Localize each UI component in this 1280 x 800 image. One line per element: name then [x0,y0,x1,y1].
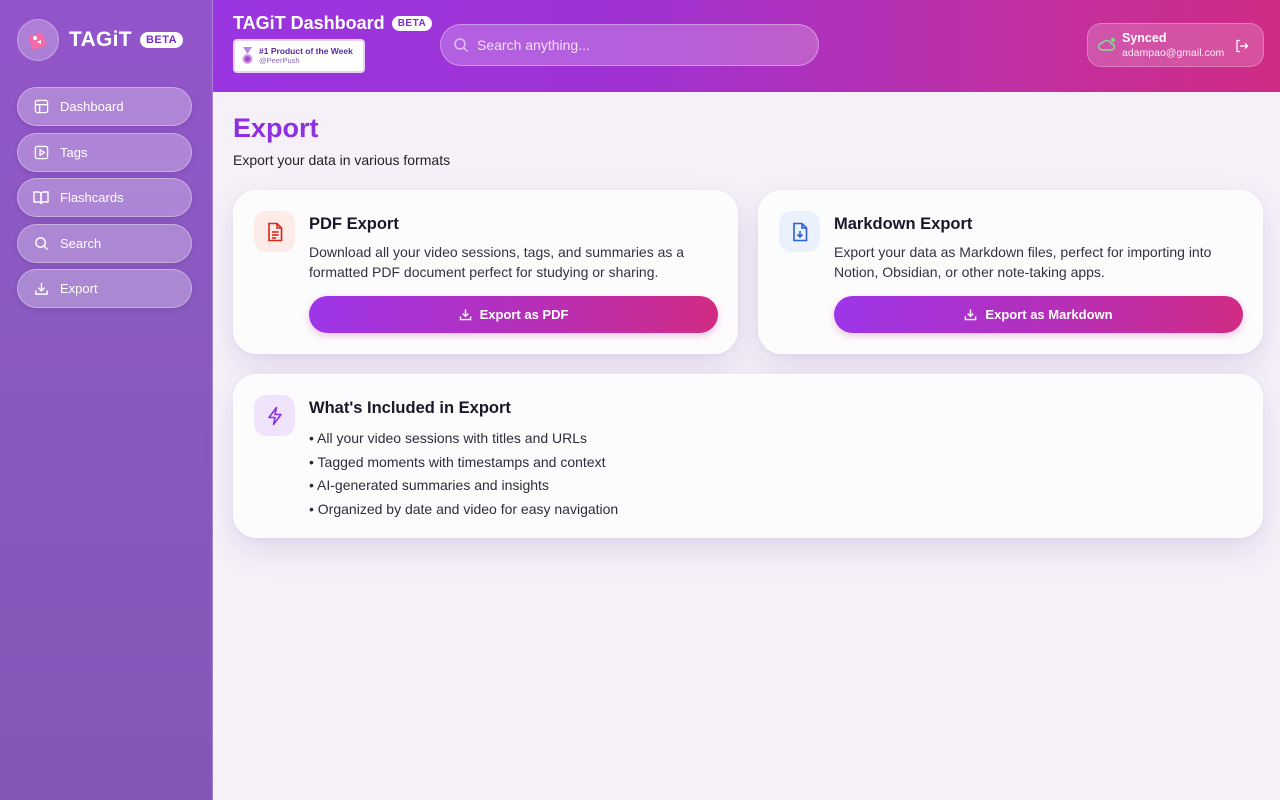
play-square-icon [33,144,49,160]
book-open-icon [33,190,49,206]
list-item: All your video sessions with titles and … [309,427,618,451]
export-markdown-button[interactable]: Export as Markdown [834,296,1243,333]
sidebar-item-search[interactable]: Search [17,223,192,263]
top-header: TAGiT Dashboard BETA #1 Product of the W… [213,0,1280,92]
page-subtitle: Export your data in various formats [233,152,451,168]
logout-icon[interactable] [1235,39,1249,53]
tag-logo-icon [17,19,59,61]
cloud-synced-icon [1098,37,1116,51]
export-pdf-label: Export as PDF [479,307,569,322]
sidebar-item-flashcards[interactable]: Flashcards [17,178,192,217]
sidebar-item-export[interactable]: Export [17,269,192,308]
award-badge[interactable]: #1 Product of the Week @PeerPush [233,39,365,73]
beta-badge: BETA [139,32,184,48]
markdown-export-card: Markdown Export Export your data as Mark… [758,190,1263,354]
award-source: @PeerPush [259,56,300,65]
sync-status: Synced [1122,30,1167,45]
file-text-icon [254,211,295,252]
sidebar-item-tags[interactable]: Tags [17,132,192,172]
layout-icon [33,99,49,115]
list-item: Organized by date and video for easy nav… [309,498,618,522]
export-markdown-label: Export as Markdown [985,307,1113,322]
export-pdf-button[interactable]: Export as PDF [309,296,718,333]
pdf-card-description: Download all your video sessions, tags, … [309,244,685,280]
search-icon [454,38,469,53]
sidebar-item-label: Flashcards [60,190,124,205]
header-beta-badge: BETA [391,16,433,31]
user-email: adampao@gmail.com [1122,46,1225,59]
included-card-title: What's Included in Export [309,399,511,417]
page-title: Export [233,113,319,143]
lightning-icon [254,395,295,436]
header-title-group: TAGiT Dashboard BETA [233,13,433,34]
pdf-export-card: PDF Export Download all your video sessi… [233,190,738,354]
search-icon [33,235,49,251]
list-item: AI-generated summaries and insights [309,474,618,498]
sidebar-item-label: Dashboard [60,99,124,114]
user-panel: Synced adampao@gmail.com [1087,23,1264,67]
file-download-icon [779,211,820,252]
included-card: What's Included in Export All your video… [233,374,1263,538]
markdown-card-description: Export your data as Markdown files, perf… [834,244,1212,280]
brand[interactable]: TAGiT BETA [17,19,184,61]
sidebar-nav: Dashboard Tags Flashcards Search Export [17,87,192,315]
award-title: #1 Product of the Week [259,46,353,56]
pdf-card-title: PDF Export [309,215,399,233]
search-bar[interactable] [440,24,819,66]
header-title: TAGiT Dashboard [233,13,385,33]
download-icon [459,309,471,321]
sidebar-item-label: Tags [60,144,88,160]
sidebar-item-label: Export [60,281,98,296]
brand-name: TAGiT [69,28,132,51]
medal-icon [242,47,253,64]
download-icon [33,281,49,297]
markdown-card-title: Markdown Export [834,215,973,233]
sidebar-item-label: Search [60,235,102,251]
search-input[interactable] [477,37,797,53]
included-list: All your video sessions with titles and … [309,427,618,522]
sidebar: TAGiT BETA Dashboard Tags Flashcards Sea… [0,0,213,800]
download-icon [965,309,977,321]
sidebar-item-dashboard[interactable]: Dashboard [17,87,192,126]
list-item: Tagged moments with timestamps and conte… [309,451,618,475]
